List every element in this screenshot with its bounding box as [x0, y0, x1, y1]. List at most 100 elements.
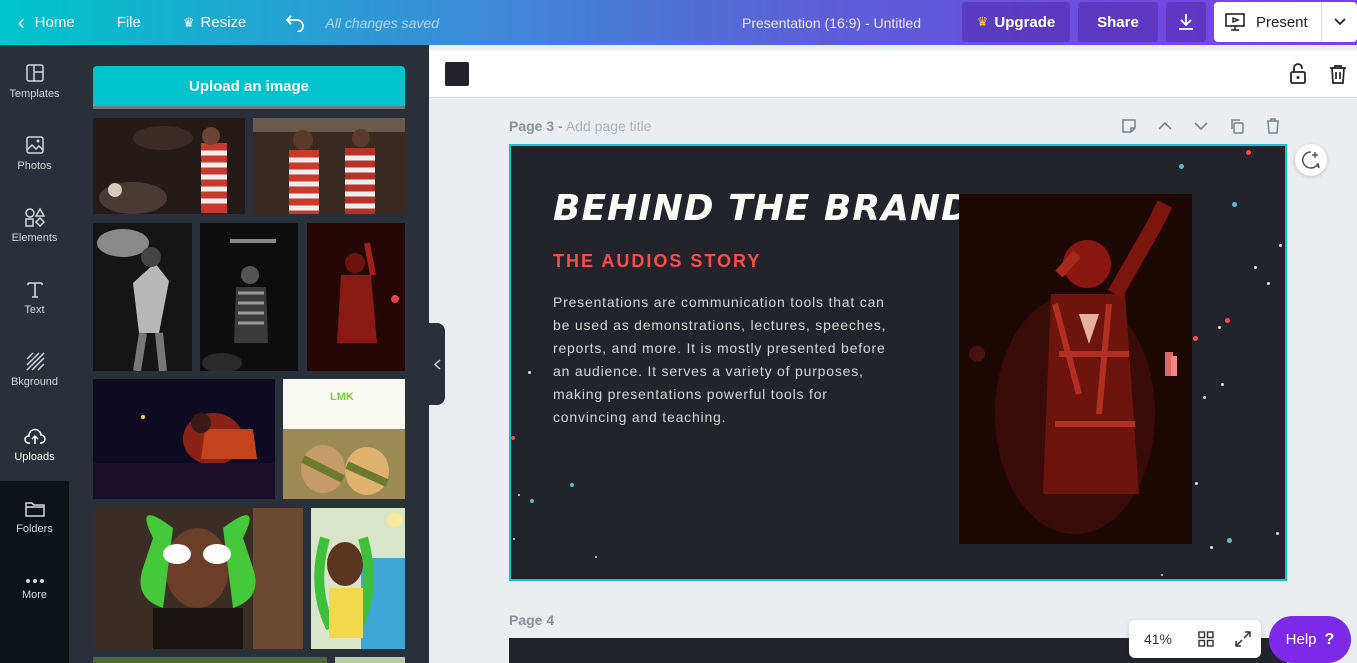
- portrait-photo: [311, 508, 405, 649]
- uploaded-image-thumbnail[interactable]: [93, 118, 245, 214]
- editor-toolbar: [429, 50, 1357, 98]
- thumbnail-text-lmk: LMK: [330, 391, 354, 403]
- copy-icon: [1231, 119, 1244, 134]
- home-button[interactable]: ‹ Home: [0, 0, 86, 45]
- sidebar-item-uploads[interactable]: Uploads: [0, 409, 69, 481]
- fullscreen-button[interactable]: [1224, 631, 1261, 647]
- decorative-dot: [1210, 546, 1213, 549]
- download-button[interactable]: [1166, 2, 1206, 42]
- top-bar: ‹ Home File ♛ Resize All changes saved P…: [0, 0, 1357, 45]
- decorative-dot: [518, 494, 520, 496]
- crown-icon: ♛: [976, 14, 989, 29]
- share-button[interactable]: Share: [1078, 2, 1158, 42]
- sidebar-item-elements[interactable]: Elements: [0, 189, 69, 261]
- decorative-dot: [513, 538, 515, 540]
- upgrade-label: Upgrade: [994, 13, 1056, 31]
- decorative-dot: [1227, 538, 1232, 543]
- move-page-down-button[interactable]: [1183, 116, 1219, 136]
- sidebar-item-background[interactable]: Bkground: [0, 333, 69, 405]
- upload-button-underline: [93, 106, 405, 109]
- undo-button[interactable]: [271, 0, 319, 45]
- elements-icon: [24, 206, 45, 227]
- present-options-button[interactable]: [1322, 18, 1357, 26]
- uploaded-image-thumbnail[interactable]: [93, 223, 192, 371]
- uploaded-image-thumbnail[interactable]: [253, 118, 405, 214]
- present-label: Present: [1256, 13, 1308, 31]
- present-button[interactable]: Present: [1214, 2, 1322, 42]
- resize-button[interactable]: ♛ Resize: [172, 0, 258, 45]
- sidebar-item-label: Uploads: [14, 450, 55, 463]
- delete-button[interactable]: [1327, 62, 1349, 86]
- upload-image-button[interactable]: Upload an image: [93, 66, 405, 106]
- uploaded-image-thumbnail[interactable]: [307, 223, 405, 371]
- decorative-dot: [1232, 202, 1237, 207]
- decorative-dot: [1279, 244, 1282, 247]
- zoom-level[interactable]: 41%: [1129, 631, 1187, 647]
- concert-photo: [93, 118, 245, 214]
- sidebar-item-label: Folders: [16, 522, 53, 535]
- comment-button[interactable]: [1295, 144, 1327, 176]
- page-3-label: Page 3 - Add page title: [509, 118, 651, 134]
- resize-label: Resize: [200, 14, 247, 31]
- slide-subtitle[interactable]: THE AUDIOS STORY: [553, 251, 761, 272]
- delete-page-button[interactable]: [1255, 116, 1291, 136]
- upgrade-button[interactable]: ♛ Upgrade: [962, 2, 1070, 42]
- uploaded-image-thumbnail[interactable]: LMK: [283, 379, 405, 499]
- decorative-dot: [595, 556, 597, 558]
- decorative-dot: [530, 499, 534, 503]
- uploaded-image-thumbnail[interactable]: [93, 379, 275, 499]
- trash-icon: [1267, 118, 1279, 134]
- sidebar-item-text[interactable]: Text: [0, 261, 69, 333]
- notes-icon: [1122, 119, 1136, 133]
- notes-button[interactable]: [1111, 116, 1147, 136]
- decorative-dot: [570, 483, 574, 487]
- sidebar-item-photos[interactable]: Photos: [0, 117, 69, 189]
- decorative-dot: [1161, 574, 1163, 576]
- uploaded-image-thumbnail[interactable]: [200, 223, 298, 371]
- share-label: Share: [1097, 13, 1139, 31]
- templates-icon: [25, 63, 44, 82]
- more-icon: [25, 578, 44, 583]
- save-status: All changes saved: [325, 14, 440, 31]
- portrait-photo: [93, 508, 303, 649]
- decorative-dot: [1218, 326, 1221, 329]
- decorative-dot: [1276, 532, 1279, 535]
- decorative-dot: [1254, 266, 1257, 269]
- help-label: Help: [1285, 631, 1317, 648]
- lock-button[interactable]: [1287, 62, 1309, 86]
- concert-photo: [93, 379, 275, 499]
- slide-body-text[interactable]: Presentations are communication tools th…: [553, 291, 893, 429]
- decorative-dot: [528, 371, 531, 374]
- duplicate-page-button[interactable]: [1219, 116, 1255, 136]
- uploaded-image-thumbnail[interactable]: [93, 657, 327, 663]
- concert-photo: [93, 223, 192, 371]
- document-title[interactable]: Presentation (16:9) - Untitled: [742, 0, 921, 45]
- page-4-label: Page 4: [509, 612, 554, 628]
- page-tools: [1111, 116, 1291, 136]
- help-button[interactable]: Help ?: [1269, 616, 1351, 663]
- sidebar-item-folders[interactable]: Folders: [0, 481, 69, 553]
- sidebar: Templates Photos Elements Text Bkground …: [0, 45, 69, 663]
- sidebar-item-label: Elements: [11, 231, 58, 244]
- chevron-left-icon: ‹: [18, 11, 25, 34]
- slide-canvas[interactable]: BEHIND THE BRAND THE AUDIOS STORY Presen…: [509, 144, 1287, 581]
- home-label: Home: [34, 14, 75, 31]
- grid-view-button[interactable]: [1187, 631, 1224, 647]
- sidebar-item-more[interactable]: More: [0, 553, 69, 625]
- uploaded-image-thumbnail[interactable]: [335, 657, 405, 663]
- chevron-up-icon: [1158, 122, 1172, 130]
- file-label: File: [116, 14, 141, 31]
- slide-title[interactable]: BEHIND THE BRAND: [553, 188, 972, 229]
- file-menu[interactable]: File: [106, 0, 152, 45]
- sidebar-item-templates[interactable]: Templates: [0, 45, 69, 117]
- background-color-swatch[interactable]: [445, 62, 469, 86]
- decorative-dot: [511, 436, 515, 440]
- decorative-dot: [1225, 318, 1230, 323]
- page-title-input[interactable]: Add page title: [566, 118, 652, 134]
- move-page-up-button[interactable]: [1147, 116, 1183, 136]
- collapse-panel-button[interactable]: [429, 323, 445, 405]
- uploaded-image-thumbnail[interactable]: [311, 508, 405, 649]
- background-icon: [25, 351, 45, 371]
- slide-performer-photo[interactable]: [959, 194, 1192, 544]
- uploaded-image-thumbnail[interactable]: [93, 508, 303, 649]
